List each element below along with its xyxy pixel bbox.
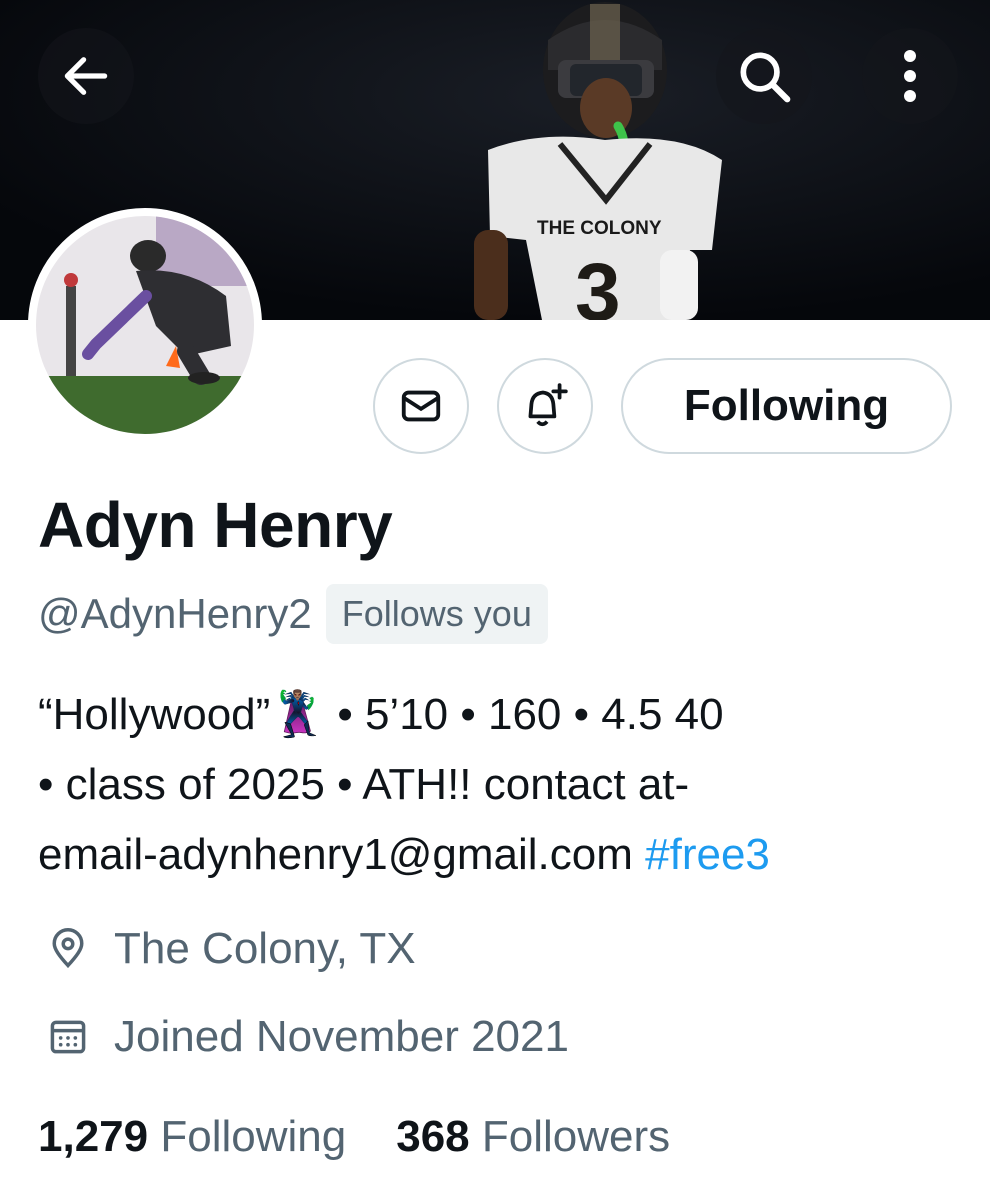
profile-name: Adyn Henry [38, 489, 393, 561]
following-count: 1,279 [38, 1112, 149, 1161]
supervillain-emoji-icon: 🦹🏽‍♂️ [270, 690, 326, 739]
following-stat-link[interactable]: 1,279 Following [38, 1112, 346, 1162]
follows-you-badge: Follows you [325, 584, 548, 644]
calendar-icon [46, 1015, 90, 1059]
search-icon [740, 52, 791, 103]
bio-nickname: “Hollywood” [38, 690, 271, 739]
search-button[interactable] [716, 28, 812, 124]
bio-stats: • 5’10 • 160 • 4.5 40 [325, 690, 724, 739]
bio-line-2: • class of 2025 • ATH!! contact at- [38, 760, 690, 809]
joined-text: Joined November 2021 [114, 1012, 569, 1061]
following-button[interactable]: Following [621, 358, 952, 454]
following-label: Following [160, 1112, 347, 1161]
location-text: The Colony, TX [114, 924, 416, 973]
location-row: The Colony, TX [38, 924, 416, 974]
follow-stats: 1,279 Following 368 Followers [38, 1112, 720, 1162]
back-button[interactable] [38, 28, 134, 124]
followers-count: 368 [396, 1112, 470, 1161]
bell-plus-icon [528, 383, 568, 427]
more-vertical-icon [904, 50, 916, 102]
bio-email: email-adynhenry1@gmail.com [38, 830, 646, 879]
mail-icon [401, 390, 441, 422]
joined-row: Joined November 2021 [38, 1012, 569, 1062]
jersey-text: THE COLONY [537, 218, 662, 239]
hashtag-link[interactable]: #free3 [645, 830, 770, 879]
avatar-photo [36, 216, 254, 434]
avatar[interactable] [28, 208, 262, 442]
location-pin-icon [46, 927, 90, 971]
profile-bio: “Hollywood”🦹🏽‍♂️ • 5’10 • 160 • 4.5 40 •… [38, 680, 958, 890]
followers-stat-link[interactable]: 368 Followers [396, 1112, 670, 1162]
handle-row: @AdynHenry2 Follows you [38, 584, 548, 644]
notifications-button[interactable] [497, 358, 593, 454]
back-arrow-icon [64, 57, 108, 95]
bio-line-3: email-adynhenry1@gmail.com #free3 [38, 820, 958, 890]
more-options-button[interactable] [862, 28, 958, 124]
followers-label: Followers [481, 1112, 671, 1161]
bio-line-1: “Hollywood”🦹🏽‍♂️ • 5’10 • 160 • 4.5 40 [38, 680, 958, 750]
jersey-number: 3 [575, 247, 621, 320]
message-button[interactable] [373, 358, 469, 454]
profile-handle: @AdynHenry2 [38, 590, 312, 637]
